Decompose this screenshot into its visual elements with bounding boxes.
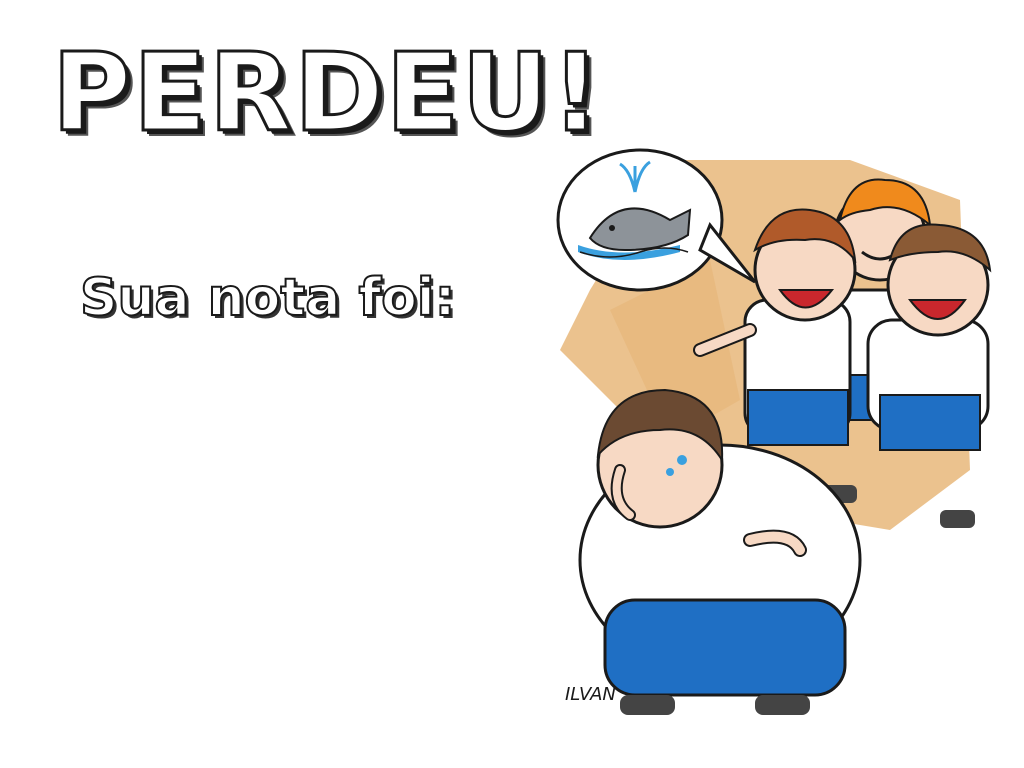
artist-signature: ILVAN: [565, 684, 616, 705]
cartoon-children-laughing-illustration: [556, 148, 992, 715]
score-label: Sua nota foi:: [79, 268, 456, 328]
slide: PERDEU! Sua nota foi: ILVAN: [0, 0, 1024, 768]
page-title: PERDEU!: [50, 31, 603, 156]
